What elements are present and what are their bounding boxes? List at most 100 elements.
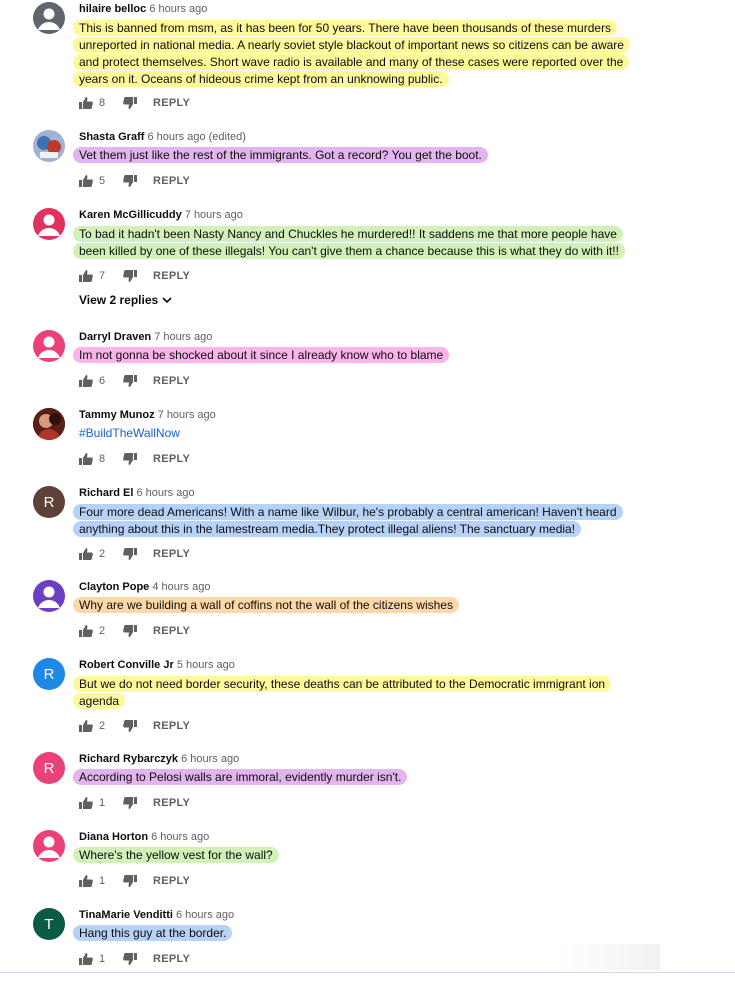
avatar[interactable] xyxy=(33,580,65,612)
avatar-letter: T xyxy=(44,915,54,933)
thumbs-up-icon[interactable] xyxy=(79,548,93,560)
author-name[interactable]: Darryl Draven xyxy=(79,331,151,343)
person-icon xyxy=(38,214,60,236)
thumbs-down-icon[interactable] xyxy=(123,953,137,965)
author-name[interactable]: Clayton Pope xyxy=(79,581,149,593)
thumbs-up-icon[interactable] xyxy=(79,875,93,887)
avatar[interactable]: R xyxy=(33,658,65,690)
thumbs-down-icon[interactable] xyxy=(123,875,137,887)
thumbs-down-icon[interactable] xyxy=(123,720,137,732)
comment-header: hilaire belloc 6 hours ago xyxy=(79,2,207,16)
avatar[interactable] xyxy=(33,2,65,34)
author-name[interactable]: Richard Rybarczyk xyxy=(79,753,178,765)
timestamp[interactable]: 6 hours ago (edited) xyxy=(147,131,245,143)
comment-actions: 7 REPLY xyxy=(79,270,190,282)
thumbs-up-icon[interactable] xyxy=(79,625,93,637)
avatar[interactable] xyxy=(33,330,65,362)
author-name[interactable]: Karen McGillicuddy xyxy=(79,209,182,221)
comment-actions: 2 REPLY xyxy=(79,625,190,637)
reply-button[interactable]: REPLY xyxy=(153,175,190,187)
comment-actions: 2 REPLY xyxy=(79,548,190,560)
thumbs-down-icon[interactable] xyxy=(123,270,137,282)
thumbs-down-icon[interactable] xyxy=(123,175,137,187)
thumbs-down-icon[interactable] xyxy=(123,797,137,809)
avatar-letter: R xyxy=(43,493,55,511)
person-icon xyxy=(38,586,60,608)
reply-button[interactable]: REPLY xyxy=(153,453,190,465)
comment-text: According to Pelosi walls are immoral, e… xyxy=(73,769,639,785)
comment-line: Why are we building a wall of coffins no… xyxy=(73,597,459,613)
reply-button[interactable]: REPLY xyxy=(153,375,190,387)
comment-actions: 8 REPLY xyxy=(79,97,190,109)
author-name[interactable]: Diana Horton xyxy=(79,831,148,843)
person-icon xyxy=(38,836,60,858)
author-name[interactable]: TinaMarie Venditti xyxy=(79,909,173,921)
view-replies-label: View 2 replies xyxy=(79,293,159,307)
timestamp[interactable]: 4 hours ago xyxy=(152,581,210,593)
timestamp[interactable]: 6 hours ago xyxy=(181,753,239,765)
reply-button[interactable]: REPLY xyxy=(153,720,190,732)
comment-header: Tammy Munoz 7 hours ago xyxy=(79,408,216,422)
reply-button[interactable]: REPLY xyxy=(153,625,190,637)
thumbs-up-icon[interactable] xyxy=(79,175,93,187)
author-name[interactable]: Tammy Munoz xyxy=(79,409,155,421)
thumbs-down-icon[interactable] xyxy=(123,453,137,465)
view-replies-button[interactable]: View 2 replies xyxy=(79,293,172,307)
comment-header: Darryl Draven 7 hours ago xyxy=(79,330,212,344)
avatar[interactable] xyxy=(33,830,65,862)
comment-header: Richard El 6 hours ago xyxy=(79,486,195,500)
timestamp[interactable]: 7 hours ago xyxy=(158,409,216,421)
like-count: 1 xyxy=(99,875,106,887)
thumbs-up-icon[interactable] xyxy=(79,797,93,809)
thumbs-down-icon[interactable] xyxy=(123,548,137,560)
comment-actions: 1 REPLY xyxy=(79,953,190,965)
author-name[interactable]: hilaire belloc xyxy=(79,3,146,15)
avatar[interactable] xyxy=(33,208,65,240)
comment-line: years on it. Oceans of hideous crime kep… xyxy=(73,71,449,87)
avatar[interactable]: R xyxy=(33,752,65,784)
comment-header: Robert Conville Jr 5 hours ago xyxy=(79,658,235,672)
timestamp[interactable]: 5 hours ago xyxy=(177,659,235,671)
thumbs-down-icon[interactable] xyxy=(123,97,137,109)
timestamp[interactable]: 7 hours ago xyxy=(154,331,212,343)
reply-button[interactable]: REPLY xyxy=(153,548,190,560)
avatar[interactable] xyxy=(33,408,65,440)
thumbs-up-icon[interactable] xyxy=(79,953,93,965)
author-name[interactable]: Shasta Graff xyxy=(79,131,144,143)
comment-header: Diana Horton 6 hours ago xyxy=(79,830,209,844)
avatar[interactable]: T xyxy=(33,908,65,940)
thumbs-up-icon[interactable] xyxy=(79,97,93,109)
thumbs-up-icon[interactable] xyxy=(79,720,93,732)
thumbs-up-icon[interactable] xyxy=(79,453,93,465)
timestamp[interactable]: 6 hours ago xyxy=(151,831,209,843)
author-name[interactable]: Richard El xyxy=(79,487,133,499)
comment-text: This is banned from msm, as it has been … xyxy=(73,20,639,88)
author-name[interactable]: Robert Conville Jr xyxy=(79,659,174,671)
like-count: 1 xyxy=(99,953,106,965)
thumbs-down-icon[interactable] xyxy=(123,625,137,637)
comment-line: But we do not need border security, thes… xyxy=(73,676,612,692)
comment-header: Karen McGillicuddy 7 hours ago xyxy=(79,208,243,222)
like-count: 2 xyxy=(99,720,106,732)
thumbs-up-icon[interactable] xyxy=(79,270,93,282)
thumbs-down-icon[interactable] xyxy=(123,375,137,387)
reply-button[interactable]: REPLY xyxy=(153,875,190,887)
avatar[interactable]: R xyxy=(33,486,65,518)
reply-button[interactable]: REPLY xyxy=(153,953,190,965)
avatar[interactable] xyxy=(33,130,65,162)
reply-button[interactable]: REPLY xyxy=(153,270,190,282)
reply-button[interactable]: REPLY xyxy=(153,797,190,809)
comment-actions: 5 REPLY xyxy=(79,175,190,187)
comment-header: TinaMarie Venditti 6 hours ago xyxy=(79,908,234,922)
timestamp[interactable]: 6 hours ago xyxy=(149,3,207,15)
thumbs-up-icon[interactable] xyxy=(79,375,93,387)
timestamp[interactable]: 6 hours ago xyxy=(136,487,194,499)
profile-photo-icon xyxy=(33,130,65,162)
reply-button[interactable]: REPLY xyxy=(153,97,190,109)
avatar-letter: R xyxy=(43,759,55,777)
hashtag-link[interactable]: #BuildTheWallNow xyxy=(79,426,180,440)
timestamp[interactable]: 6 hours ago xyxy=(176,909,234,921)
timestamp[interactable]: 7 hours ago xyxy=(185,209,243,221)
comment-text: Why are we building a wall of coffins no… xyxy=(73,597,639,613)
avatar-letter: R xyxy=(43,665,55,683)
